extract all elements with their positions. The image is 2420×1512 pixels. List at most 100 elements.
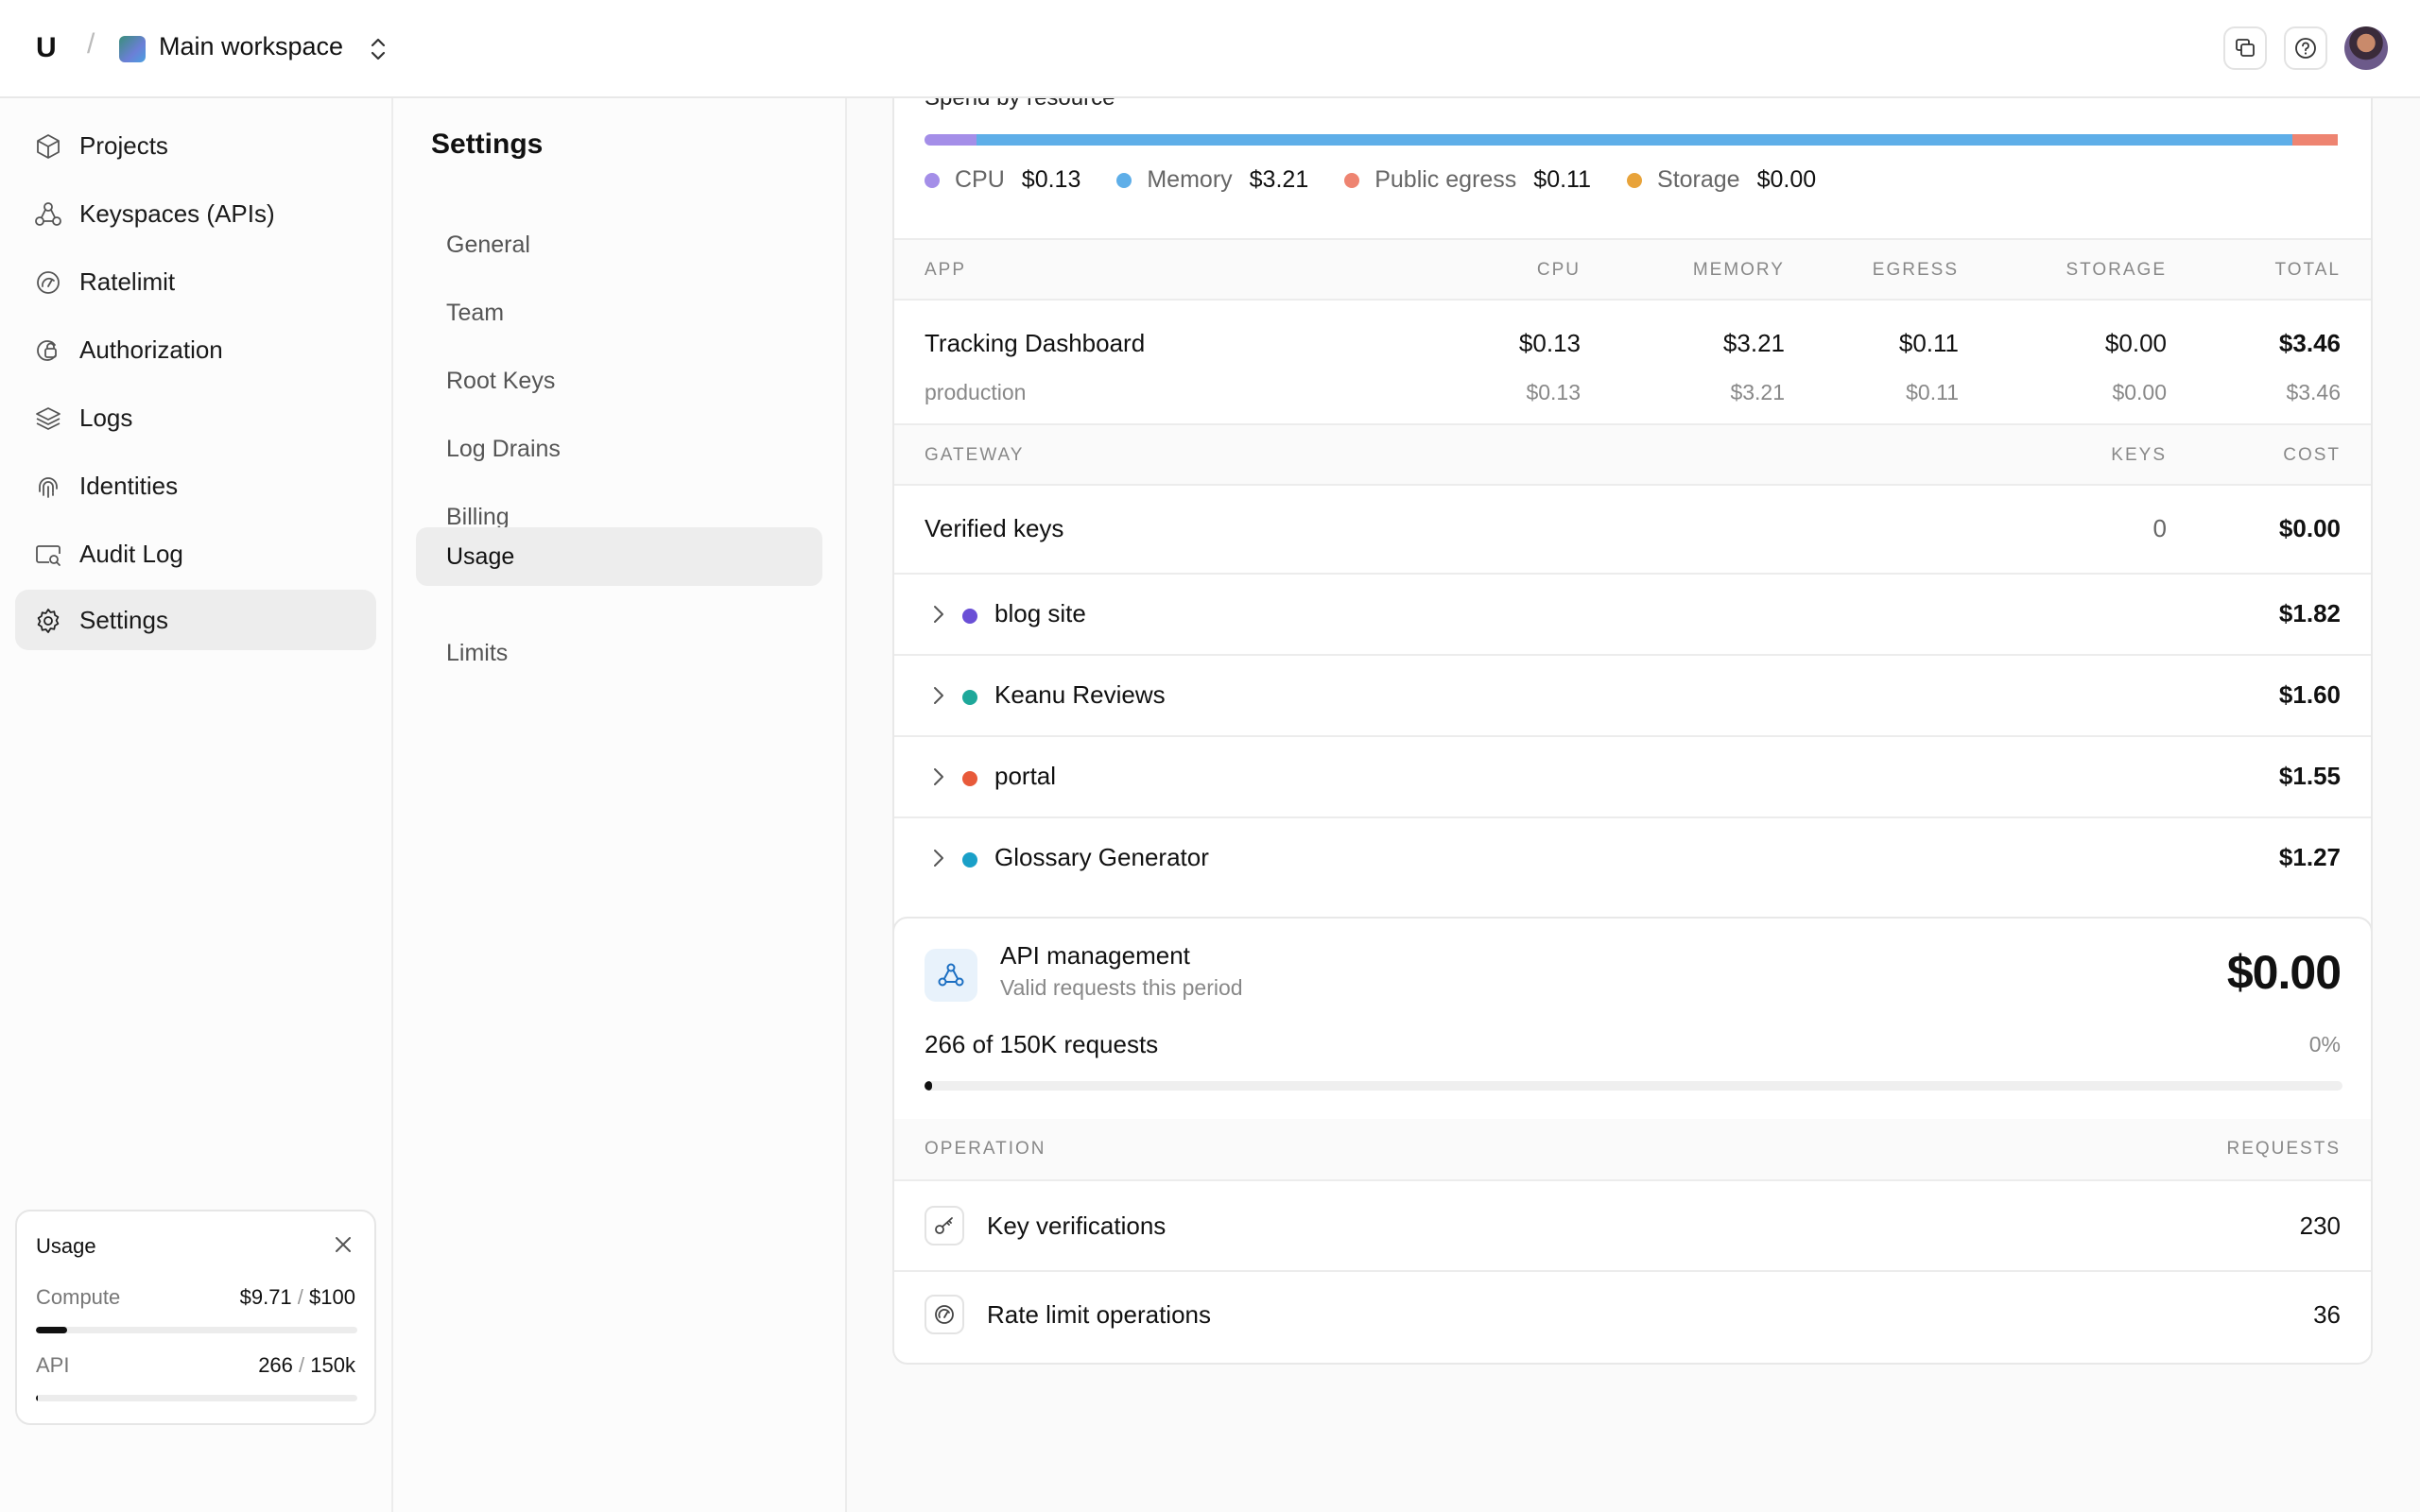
settings-item-general[interactable]: General — [416, 215, 822, 274]
app-table-header: APP CPU MEMORY EGRESS STORAGE TOTAL — [894, 238, 2371, 301]
legend-dot — [1344, 172, 1360, 188]
app-cost: $1.82 — [2278, 599, 2341, 627]
sidebar-item-ratelimit[interactable]: Ratelimit — [15, 251, 376, 312]
gauge-icon — [935, 1305, 954, 1324]
sidebar-item-label: Ratelimit — [79, 266, 176, 296]
logo[interactable]: U — [36, 34, 64, 62]
close-icon[interactable] — [333, 1234, 354, 1255]
legend-dot — [925, 172, 940, 188]
avatar[interactable] — [2344, 26, 2388, 70]
col-memory: MEMORY — [1692, 260, 1785, 280]
chevron-right-icon[interactable] — [932, 847, 945, 869]
sidebar-item-label: Logs — [79, 403, 133, 432]
breadcrumb-separator: / — [87, 28, 95, 60]
settings-item-team[interactable]: Team — [416, 284, 822, 342]
settings-title: Settings — [431, 129, 544, 160]
legend-item-egress: Public egress $0.11 — [1344, 166, 1591, 194]
nodes-icon — [938, 963, 964, 987]
sidebar-item-label: Authorization — [79, 335, 223, 364]
sidebar-item-label: Audit Log — [79, 539, 183, 568]
settings-item-usage[interactable]: Usage — [416, 527, 822, 586]
layers-icon — [36, 407, 60, 430]
sidebar-item-keyspaces[interactable]: Keyspaces (APIs) — [15, 183, 376, 244]
col-storage: STORAGE — [2066, 260, 2167, 280]
topbar: U / Main workspace — [0, 0, 2420, 98]
sidebar-item-projects[interactable]: Projects — [15, 115, 376, 176]
spend-legend: CPU $0.13 Memory $3.21 Public egress $0.11 … — [925, 166, 1852, 194]
api-percent: 0% — [2308, 1032, 2341, 1057]
env-egress: $0.11 — [1906, 380, 1959, 404]
col-keys: KEYS — [2111, 445, 2167, 465]
operations-table-header: OPERATION REQUESTS — [894, 1119, 2371, 1181]
help-icon — [2295, 38, 2316, 59]
gauge-icon — [37, 271, 60, 294]
app-name: Keanu Reviews — [994, 680, 1166, 709]
env-cpu: $0.13 — [1526, 380, 1581, 404]
chevron-right-icon[interactable] — [932, 765, 945, 788]
app-color-dot — [962, 852, 977, 868]
api-requests-text: 266 of 150K requests — [925, 1030, 1159, 1058]
sidebar-item-audit-log[interactable]: Audit Log — [15, 524, 376, 584]
settings-item-log-drains[interactable]: Log Drains — [416, 420, 822, 478]
sidebar-item-settings[interactable]: Settings — [15, 590, 376, 650]
sidebar: Projects Keyspaces (APIs) Ratelimit Auth… — [0, 98, 393, 1512]
compute-label: Compute — [36, 1285, 121, 1309]
chevron-right-icon[interactable] — [932, 603, 945, 626]
workspace-name[interactable]: Main workspace — [159, 32, 343, 61]
settings-item-limits[interactable]: Limits — [416, 624, 822, 682]
app-cpu: $0.13 — [1518, 329, 1581, 357]
help-button[interactable] — [2284, 26, 2327, 70]
gateway-cost: $0.00 — [2278, 514, 2341, 542]
app-name: blog site — [994, 599, 1086, 627]
sidebar-item-identities[interactable]: Identities — [15, 455, 376, 516]
api-icon-box — [925, 949, 977, 1002]
api-title: API management — [1000, 941, 1190, 970]
api-progress-fill — [36, 1395, 39, 1401]
env-total: $3.46 — [2286, 380, 2341, 404]
env-name: production — [925, 380, 1027, 404]
usage-card: Usage Compute $9.71 / $100 API 266 / 150… — [15, 1210, 376, 1425]
app-row-portal[interactable]: portal $1.55 — [894, 737, 2371, 818]
sidebar-item-authorization[interactable]: Authorization — [15, 319, 376, 380]
api-progress-bar — [36, 1395, 357, 1401]
legend-item-storage: Storage $0.00 — [1627, 166, 1816, 194]
col-app: APP — [925, 260, 967, 280]
col-cost: COST — [2283, 445, 2341, 465]
workspace-icon — [119, 36, 146, 62]
env-storage: $0.00 — [2112, 380, 2167, 404]
api-subtitle: Valid requests this period — [1000, 975, 1243, 1000]
feedback-button[interactable] — [2223, 26, 2267, 70]
app-name: Glossary Generator — [994, 843, 1209, 871]
col-total: TOTAL — [2274, 260, 2341, 280]
legend-item-cpu: CPU $0.13 — [925, 166, 1080, 194]
gear-icon — [37, 609, 60, 633]
spend-segment-memory — [977, 134, 2293, 146]
gateway-name: Verified keys — [925, 514, 1064, 542]
app-color-dot — [962, 609, 977, 624]
chevron-right-icon[interactable] — [932, 684, 945, 707]
sidebar-item-label: Settings — [79, 605, 168, 634]
app-cost: $1.27 — [2278, 843, 2341, 871]
app-storage: $0.00 — [2104, 329, 2167, 357]
app-total: $3.46 — [2278, 329, 2341, 357]
api-progress-bar — [925, 1081, 2342, 1091]
chevron-up-down-icon[interactable] — [367, 34, 389, 64]
col-gateway: GATEWAY — [925, 445, 1025, 465]
app-row-blog-site[interactable]: blog site $1.82 — [894, 575, 2371, 656]
sidebar-item-logs[interactable]: Logs — [15, 387, 376, 448]
settings-item-root-keys[interactable]: Root Keys — [416, 352, 822, 410]
settings-nav: Settings General Team Root Keys Log Drai… — [393, 98, 847, 1512]
spend-title: Spend by resource — [925, 98, 1115, 112]
spend-stacked-bar — [925, 134, 2342, 146]
api-amount: $0.00 — [2226, 946, 2342, 999]
search-window-icon — [36, 545, 60, 566]
gateway-keys: 0 — [2152, 514, 2167, 542]
app-cost: $1.55 — [2278, 762, 2341, 790]
app-name: Tracking Dashboard — [925, 329, 1146, 357]
app-row-keanu-reviews[interactable]: Keanu Reviews $1.60 — [894, 656, 2371, 737]
operation-name: Rate limit operations — [987, 1300, 1211, 1329]
app-row-glossary-generator[interactable]: Glossary Generator $1.27 — [894, 818, 2371, 900]
col-requests: REQUESTS — [2226, 1139, 2341, 1159]
key-icon — [935, 1217, 953, 1234]
legend-dot — [1116, 172, 1132, 188]
